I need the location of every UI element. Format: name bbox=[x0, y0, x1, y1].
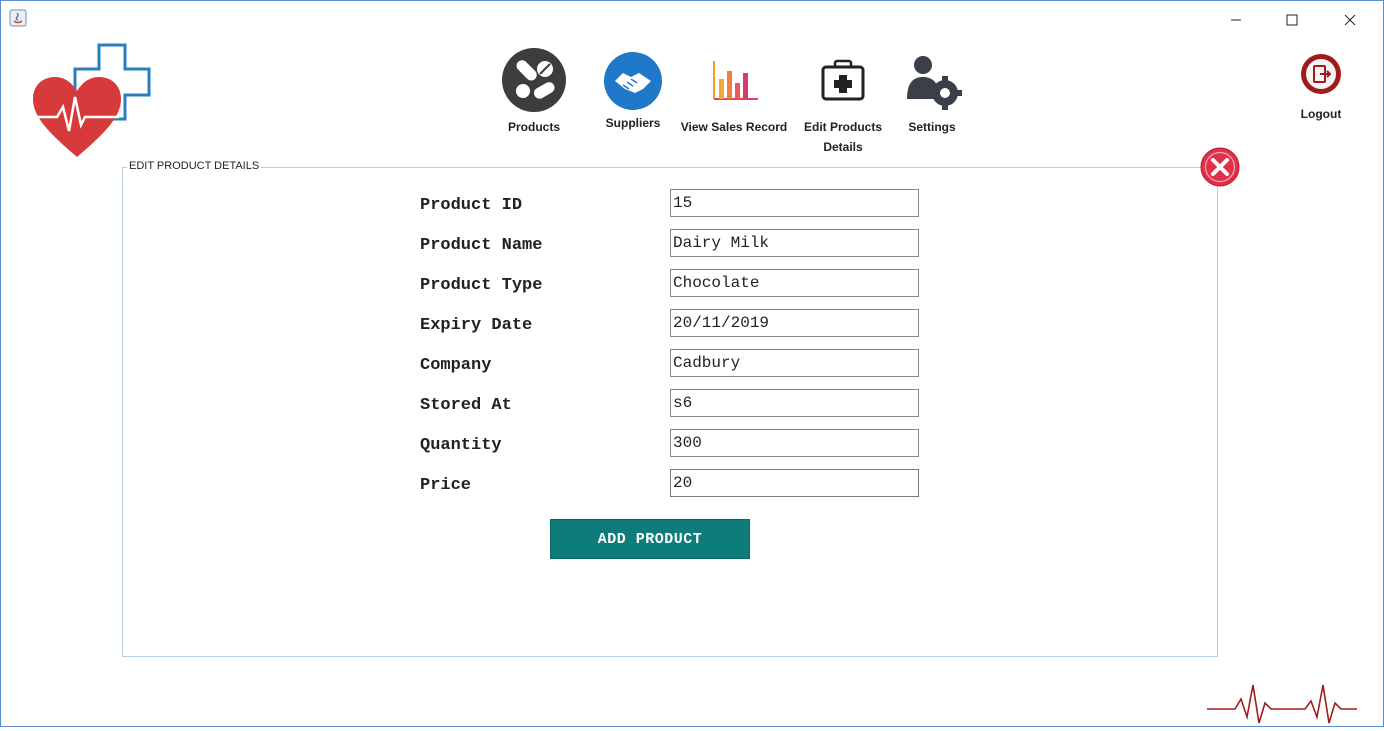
nav-suppliers-label: Suppliers bbox=[605, 116, 661, 130]
logout-label: Logout bbox=[1300, 107, 1342, 121]
nav-edit-label-1: Edit Products bbox=[803, 120, 882, 134]
nav-edit-products-details[interactable]: Edit Products Details bbox=[801, 47, 885, 157]
quantity-label: Quantity bbox=[420, 436, 502, 455]
minimize-button[interactable] bbox=[1213, 5, 1259, 35]
minimize-icon bbox=[1231, 19, 1241, 21]
nav-edit-label-2: Details bbox=[823, 140, 863, 154]
nav-view-sales-record[interactable]: View Sales Record bbox=[679, 47, 789, 137]
bar-chart-icon bbox=[713, 61, 758, 100]
product-name-label: Product Name bbox=[420, 236, 543, 255]
add-product-button[interactable]: ADD PRODUCT bbox=[550, 519, 750, 559]
handshake-icon bbox=[604, 52, 662, 110]
java-app-icon bbox=[9, 9, 27, 27]
nav-products-label: Products bbox=[507, 120, 560, 134]
maximize-button[interactable] bbox=[1269, 5, 1315, 35]
heartbeat-line-icon bbox=[1207, 684, 1357, 724]
company-label: Company bbox=[420, 356, 492, 375]
pills-icon bbox=[502, 48, 566, 112]
close-icon bbox=[1344, 14, 1356, 26]
logout-button[interactable]: Logout bbox=[1297, 53, 1345, 121]
product-id-field[interactable] bbox=[670, 189, 919, 217]
product-id-label: Product ID bbox=[420, 196, 523, 215]
quantity-field[interactable] bbox=[670, 429, 919, 457]
app-window: Products Suppliers View Sales Record Edi… bbox=[0, 0, 1384, 727]
user-gear-icon bbox=[907, 56, 962, 110]
price-label: Price bbox=[420, 476, 472, 495]
nav-settings-label: Settings bbox=[908, 120, 956, 134]
stored-at-field[interactable] bbox=[670, 389, 919, 417]
nav-suppliers[interactable]: Suppliers bbox=[603, 47, 663, 133]
nav-products[interactable]: Products bbox=[501, 47, 567, 137]
medical-kit-icon bbox=[821, 59, 865, 101]
product-name-field[interactable] bbox=[670, 229, 919, 257]
stored-at-label: Stored At bbox=[420, 396, 512, 415]
heart-cross-logo bbox=[33, 43, 151, 157]
expiry-date-label: Expiry Date bbox=[420, 316, 533, 335]
product-type-field[interactable] bbox=[670, 269, 919, 297]
maximize-icon bbox=[1286, 14, 1298, 26]
nav-sales-label: View Sales Record bbox=[680, 120, 788, 134]
logout-icon bbox=[1301, 54, 1341, 94]
company-field[interactable] bbox=[670, 349, 919, 377]
nav-settings[interactable]: Settings bbox=[899, 47, 965, 137]
close-window-button[interactable] bbox=[1327, 5, 1373, 35]
price-field[interactable] bbox=[670, 469, 919, 497]
close-circle-icon[interactable] bbox=[1200, 147, 1240, 187]
expiry-date-field[interactable] bbox=[670, 309, 919, 337]
panel-title: EDIT PRODUCT DETAILS bbox=[127, 160, 262, 172]
product-type-label: Product Type bbox=[420, 276, 543, 295]
